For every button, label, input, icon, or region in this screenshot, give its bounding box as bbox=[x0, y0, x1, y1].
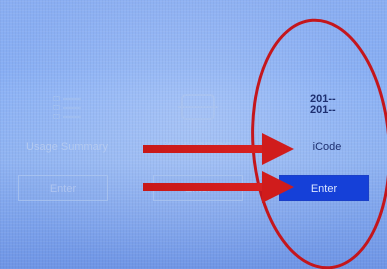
usage-summary-panel: Usage Summary Enter bbox=[12, 88, 122, 201]
icode-label: iCode bbox=[312, 141, 342, 153]
qr-code-icon bbox=[143, 88, 253, 122]
list-icon bbox=[12, 88, 122, 122]
icode-qr-enter-button[interactable]: Enter bbox=[153, 175, 243, 201]
usage-summary-enter-button[interactable]: Enter bbox=[18, 175, 108, 201]
icode-qr-label: iCode QR/QS bbox=[164, 141, 232, 153]
icode-enter-button[interactable]: Enter bbox=[279, 175, 369, 201]
usage-summary-label: Usage Summary bbox=[26, 141, 108, 153]
device-screen: Usage Summary Enter iCode QR/QS Enter 20… bbox=[0, 0, 387, 269]
icode-panel: 201-- 201-- iCode Enter bbox=[272, 88, 382, 201]
code-icon-line-2: 201-- bbox=[310, 104, 336, 116]
icode-qr-panel: iCode QR/QS Enter bbox=[143, 88, 253, 201]
screen-glare bbox=[0, 0, 387, 70]
code-icon: 201-- 201-- bbox=[272, 88, 382, 122]
